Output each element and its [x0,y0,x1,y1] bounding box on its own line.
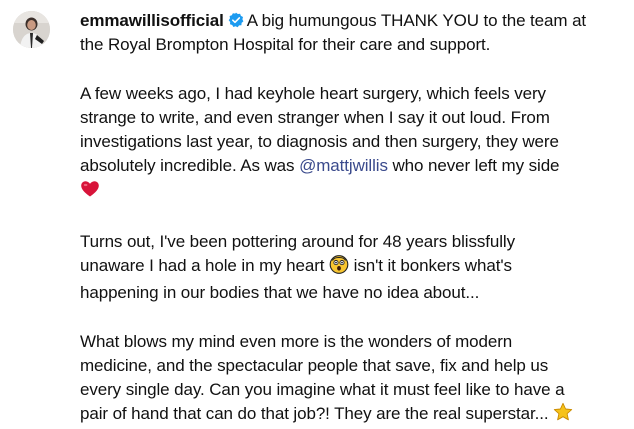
caption-line: unaware I had a hole in my heart isn't i… [80,254,628,281]
caption-line: absolutely incredible. As was @mattjwill… [80,154,628,178]
caption-p1-line2: the Royal Brompton Hospital for their ca… [80,35,491,55]
caption-line: emmawillisofficial A big humungous THANK … [80,9,628,33]
mention-link[interactable]: @mattjwillis [299,156,388,175]
caption-line: pair of hand that can do that job?! They… [80,402,628,429]
caption-p4-line3: every single day. Can you imagine what i… [80,380,565,399]
red-heart-emoji [80,180,100,205]
star-emoji [553,402,573,429]
caption-p3-line2-end: isn't it bonkers what's [349,256,512,275]
astonished-face-emoji [329,254,349,281]
caption-p2-line4-end: who never left my side [387,156,560,176]
caption-p2-line3: investigations last year, to diagnosis a… [80,132,559,151]
caption-p4-line2: medicine, and the spectacular people tha… [80,355,549,375]
caption-p4-line1: What blows my mind even more is the wond… [80,331,513,351]
caption-p2-line2: strange to write, and even stranger when… [80,107,550,127]
caption-p3-line1: Turns out, I've been pottering around fo… [80,231,515,251]
verified-badge-icon [228,11,244,28]
caption-p3-line2-start: unaware I had a hole in my heart [80,256,330,275]
avatar-photo-icon [13,11,50,48]
caption-p3-line3: happening in our bodies that we have no … [80,283,480,303]
caption-text: emmawillisofficial A big humungous THANK … [80,9,628,429]
caption-p1-line1: A big humungous THANK YOU to the team at [246,11,587,30]
caption-p2-line4-start: absolutely incredible. As was [80,156,300,176]
caption-p4-line4: pair of hand that can do that job?! They… [80,404,554,424]
profile-avatar[interactable] [13,11,50,48]
instagram-post-caption: emmawillisofficial A big humungous THANK … [0,0,634,423]
username-link[interactable]: emmawillisofficial [80,11,224,30]
caption-p2-line1: A few weeks ago, I had keyhole heart sur… [80,83,546,103]
caption-line [80,178,628,205]
